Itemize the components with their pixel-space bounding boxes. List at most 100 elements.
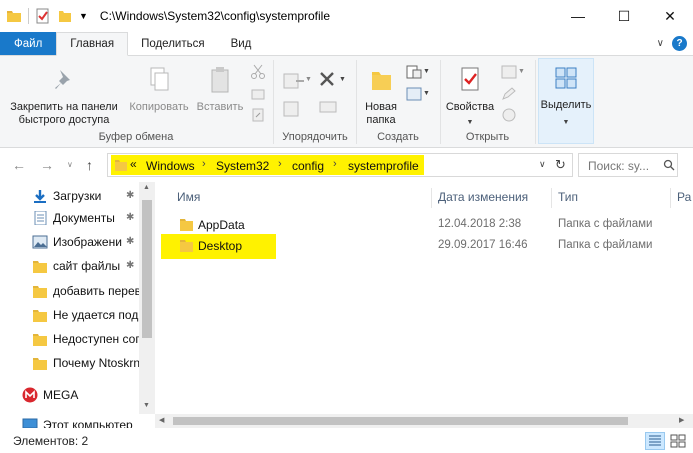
documents-icon: [34, 211, 47, 225]
nav-item-downloads[interactable]: Загрузки: [32, 185, 101, 207]
forward-arrow-icon[interactable]: →: [40, 157, 54, 173]
pin-icon[interactable]: ✱: [126, 212, 134, 223]
chevron-right-icon[interactable]: ›: [333, 158, 337, 170]
refresh-icon[interactable]: ↻: [555, 157, 566, 173]
scroll-up-icon[interactable]: ▲: [143, 184, 150, 191]
new-item-dropdown-icon[interactable]: ▼: [423, 68, 430, 75]
delete-icon[interactable]: [318, 70, 336, 88]
address-bar[interactable]: « Windows › System32 › config › systempr…: [107, 153, 573, 177]
copy-button[interactable]: Копировать: [124, 66, 194, 114]
nav-item-folder[interactable]: сайт файлы: [32, 255, 120, 277]
easy-access-icon[interactable]: [405, 86, 423, 102]
pin-icon[interactable]: ✱: [126, 236, 134, 247]
quick-access-dropdown-icon[interactable]: ▼: [79, 11, 88, 21]
maximize-button[interactable]: ☐: [601, 0, 647, 32]
edit-icon[interactable]: [500, 86, 518, 102]
select-dropdown-icon[interactable]: ▼: [539, 116, 593, 129]
move-to-dropdown-icon[interactable]: ▼: [305, 76, 312, 83]
folder-icon: [7, 11, 21, 22]
breadcrumb-systemprofile[interactable]: systemprofile: [348, 159, 419, 173]
tab-view[interactable]: Вид: [218, 32, 265, 55]
help-icon[interactable]: ?: [672, 36, 687, 51]
details-view-icon: [649, 435, 661, 446]
up-arrow-icon[interactable]: ↑: [86, 157, 93, 173]
file-list-scrollbar[interactable]: ◀ ▶: [155, 414, 693, 428]
pin-icon[interactable]: ✱: [126, 260, 134, 271]
select-label: Выделить: [540, 99, 592, 111]
copy-label: Копировать: [129, 101, 189, 113]
scroll-left-icon[interactable]: ◀: [159, 416, 164, 424]
history-icon[interactable]: [500, 107, 518, 123]
cut-icon[interactable]: [250, 64, 266, 80]
nav-item-folder[interactable]: Не удается подк: [32, 304, 144, 326]
column-header-type[interactable]: Тип: [558, 190, 578, 204]
large-icons-view-icon: [670, 434, 686, 448]
scrollbar-thumb[interactable]: [142, 200, 152, 338]
delete-dropdown-icon[interactable]: ▼: [339, 76, 346, 83]
back-arrow-icon[interactable]: ←: [12, 157, 26, 173]
search-input[interactable]: Поиск: sy...: [578, 153, 678, 177]
address-dropdown-icon[interactable]: ∨: [539, 159, 546, 170]
close-button[interactable]: ✕: [647, 0, 693, 32]
nav-item-label: Документы: [53, 211, 115, 225]
paste-shortcut-icon[interactable]: [250, 107, 266, 123]
properties-icon[interactable]: [35, 8, 51, 24]
nav-item-folder[interactable]: Недоступен сог: [32, 328, 140, 350]
scroll-down-icon[interactable]: ▼: [143, 402, 150, 409]
column-header-date[interactable]: Дата изменения: [438, 190, 528, 204]
move-to-icon[interactable]: [282, 70, 306, 92]
new-folder-button[interactable]: Новая папка: [358, 66, 404, 127]
nav-pane-scrollbar[interactable]: ▲ ▼: [139, 182, 155, 414]
new-folder-icon[interactable]: [57, 8, 73, 24]
breadcrumb-overflow[interactable]: «: [130, 157, 137, 171]
copy-path-icon[interactable]: [250, 86, 266, 102]
pin-to-quick-access-button[interactable]: Закрепить на панели быстрого доступа: [4, 66, 124, 127]
chevron-right-icon[interactable]: ›: [278, 158, 282, 170]
nav-item-mega[interactable]: MEGA: [22, 384, 78, 406]
select-button[interactable]: Выделить ▼: [538, 58, 594, 144]
new-item-icon[interactable]: [405, 64, 423, 80]
large-icons-view-button[interactable]: [668, 432, 688, 450]
open-group-label: Открыть: [465, 131, 510, 143]
pin-label: Закрепить на панели быстрого доступа: [10, 101, 118, 126]
nav-item-folder[interactable]: Почему Ntoskrn: [32, 352, 140, 374]
scroll-right-icon[interactable]: ▶: [679, 416, 684, 424]
tab-home[interactable]: Главная: [56, 32, 129, 56]
rename-icon[interactable]: [318, 98, 338, 116]
paste-button[interactable]: Вставить: [192, 66, 248, 114]
nav-item-label: Этот компьютер: [43, 418, 133, 428]
nav-item-folder[interactable]: добавить перев: [32, 280, 141, 302]
file-type: Папка с файлами: [558, 218, 653, 230]
nav-item-documents[interactable]: Документы: [32, 207, 115, 229]
breadcrumb-config[interactable]: config: [292, 159, 324, 173]
paste-icon: [211, 67, 229, 93]
pin-icon[interactable]: ✱: [126, 190, 134, 201]
copy-to-icon[interactable]: [282, 98, 306, 120]
pin-icon: [55, 70, 70, 89]
tab-file[interactable]: Файл: [0, 32, 57, 55]
column-header-size[interactable]: Ра: [677, 190, 691, 204]
nav-item-pictures[interactable]: Изображени: [32, 231, 122, 253]
scrollbar-thumb[interactable]: [173, 417, 628, 425]
table-row[interactable]: AppData 12.04.2018 2:38 Папка с файлами: [175, 215, 675, 235]
recent-locations-icon[interactable]: ∨: [67, 160, 73, 169]
chevron-right-icon[interactable]: ›: [202, 158, 206, 170]
breadcrumb-windows[interactable]: Windows: [146, 159, 195, 173]
breadcrumb-system32[interactable]: System32: [216, 159, 269, 173]
tab-share[interactable]: Поделиться: [128, 32, 218, 55]
divider: [28, 8, 29, 24]
properties-dropdown-icon[interactable]: ▼: [442, 116, 498, 129]
properties-button[interactable]: Свойства ▼: [442, 66, 498, 129]
new-folder-label: Новая папка: [365, 101, 397, 126]
open-dropdown-icon[interactable]: ▼: [518, 68, 525, 75]
open-icon[interactable]: [500, 64, 518, 80]
nav-item-this-pc[interactable]: Этот компьютер: [22, 414, 133, 428]
table-row[interactable]: Desktop 29.09.2017 16:46 Папка с файлами: [161, 234, 675, 259]
details-view-button[interactable]: [645, 432, 665, 450]
column-header-name[interactable]: Имя: [177, 190, 200, 204]
mega-icon: [22, 387, 38, 403]
file-name: Desktop: [198, 239, 243, 253]
minimize-button[interactable]: —: [555, 0, 601, 32]
easy-access-dropdown-icon[interactable]: ▼: [423, 90, 430, 97]
ribbon-collapse-icon[interactable]: ∨: [657, 38, 664, 49]
